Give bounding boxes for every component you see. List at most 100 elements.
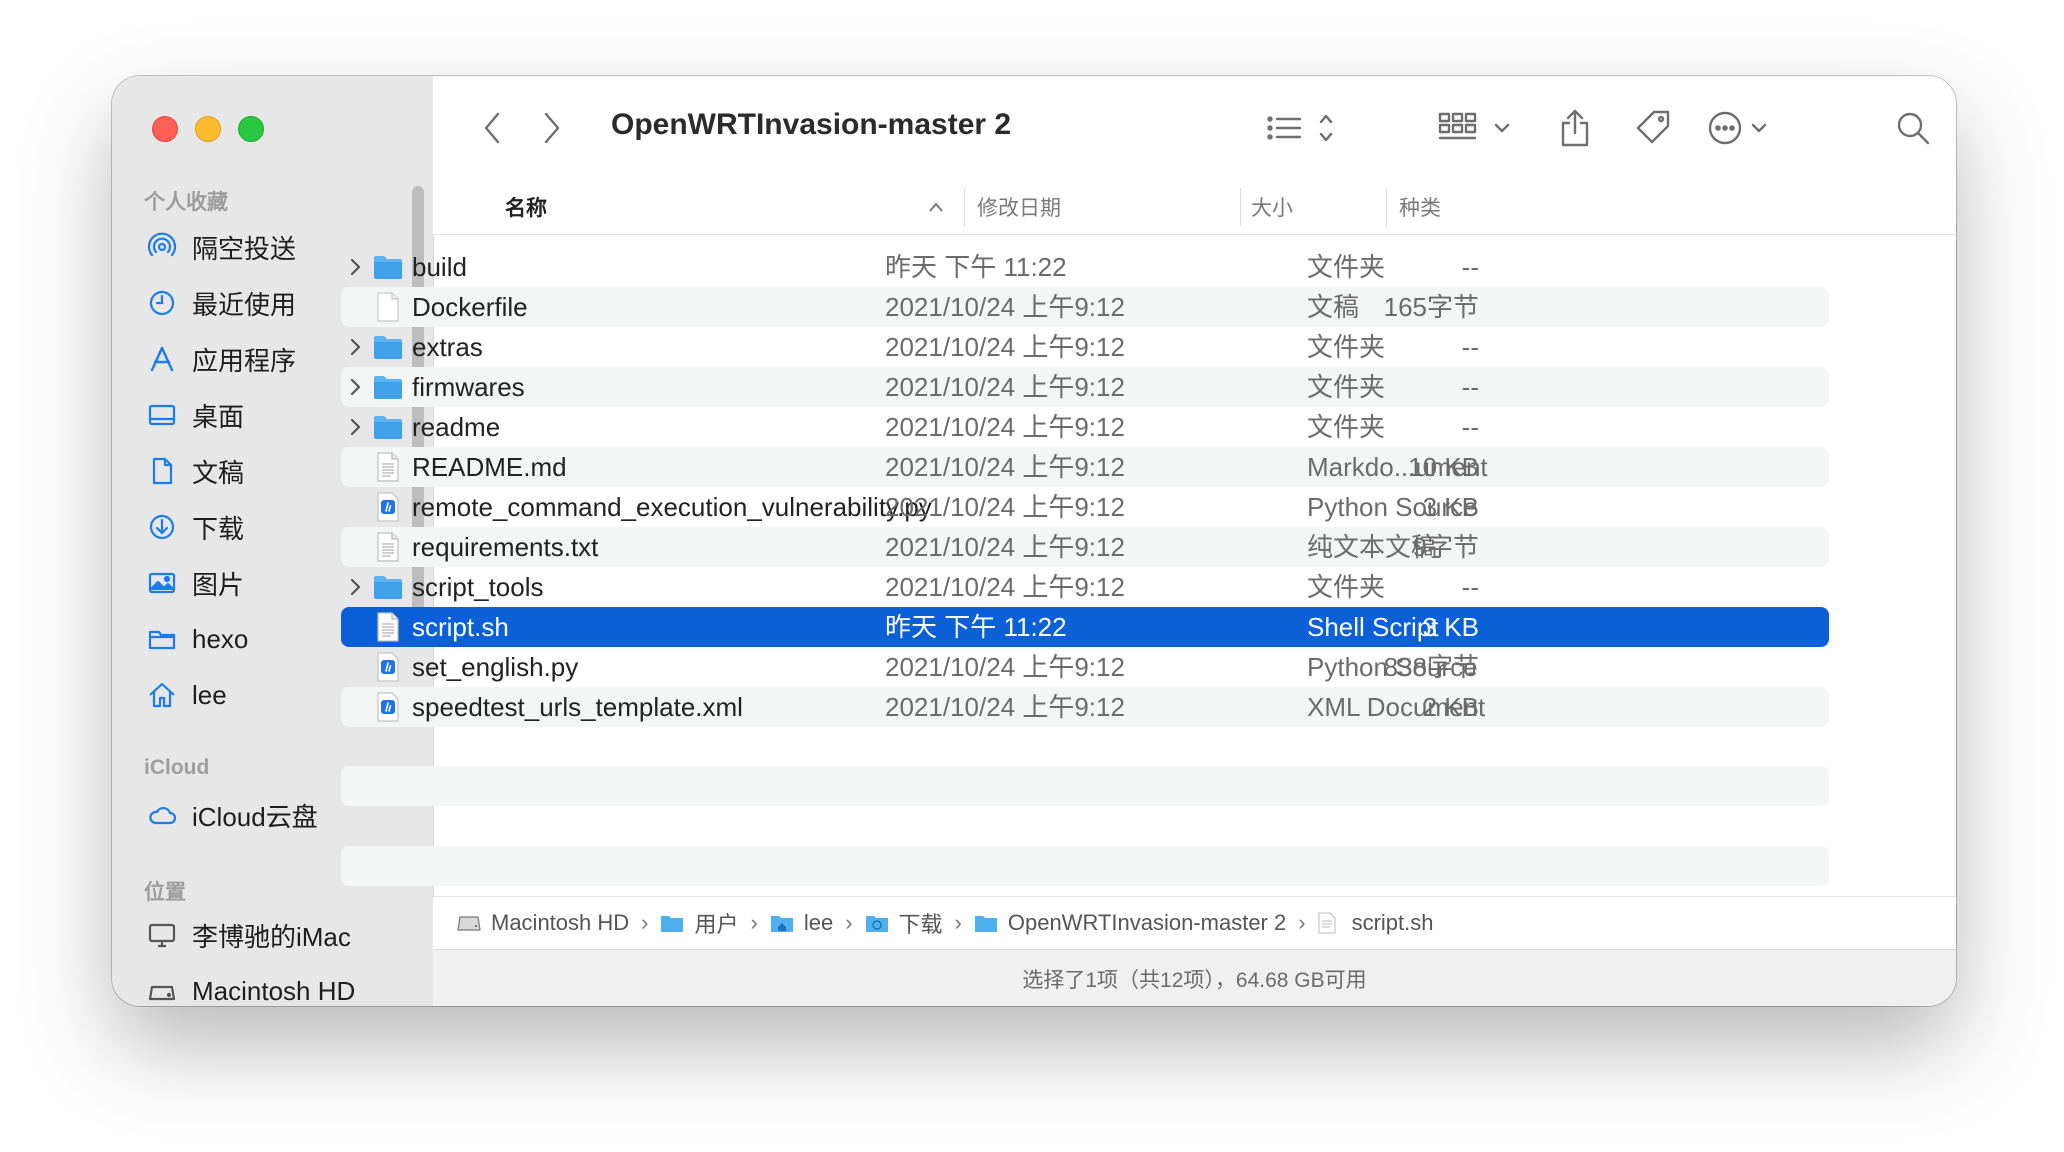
file-date: 2021/10/24 上午9:12 [885, 572, 1125, 602]
file-kind: 文件夹 [1307, 332, 1386, 362]
file-kind: 文件夹 [1307, 412, 1386, 442]
file-date: 2021/10/24 上午9:12 [885, 692, 1125, 722]
file-row[interactable]: Dockerfile 2021/10/24 上午9:12 165字节 文稿 [341, 287, 1829, 327]
window-title: OpenWRTInvasion-master 2 [611, 108, 1012, 141]
file-row[interactable]: speedtest_urls_template.xml 2021/10/24 上午… [341, 687, 1829, 727]
file-kind: Python Source [1307, 492, 1478, 522]
sidebar-item-documents[interactable]: 文稿 [146, 448, 244, 494]
file-date: 2021/10/24 上午9:12 [885, 492, 1125, 522]
path-crumb[interactable]: 用户 › [660, 907, 769, 939]
search-button[interactable] [1891, 106, 1935, 150]
sidebar-item-airdrop[interactable]: 隔空投送 [146, 224, 296, 270]
file-kind: Shell Script [1307, 612, 1439, 642]
sidebar-item-label: 桌面 [192, 401, 245, 432]
chevron-right-icon [544, 112, 560, 144]
column-divider[interactable] [1386, 188, 1387, 226]
file-size: 165字节 [1383, 292, 1479, 322]
sidebar-item-recents[interactable]: 最近使用 [146, 280, 296, 326]
file-kind: Python Source [1307, 652, 1478, 682]
file-row[interactable]: extras 2021/10/24 上午9:12 -- 文件夹 [341, 327, 1829, 367]
disclosure-chevron-icon[interactable] [347, 567, 363, 607]
list-view-button[interactable] [1263, 106, 1343, 150]
airdrop-icon [146, 231, 178, 263]
column-header: 名称 修改日期 大小 种类 [433, 180, 1956, 235]
file-date: 2021/10/24 上午9:12 [885, 372, 1125, 402]
file-row[interactable]: requirements.txt 2021/10/24 上午9:12 9字节 纯文本文… [341, 527, 1829, 567]
sidebar-item-label: 文稿 [192, 457, 245, 488]
code-file-icon [373, 647, 403, 687]
close-button[interactable] [152, 116, 178, 142]
file-list: build 昨天 下午 11:22 -- 文件夹 Dockerfile 2021/10/2… [341, 247, 1829, 727]
file-name: extras [412, 332, 483, 362]
sidebar-item-photos[interactable]: 图片 [146, 560, 244, 606]
file-name: build [412, 252, 467, 282]
disclosure-chevron-icon[interactable] [347, 247, 363, 287]
file-row[interactable]: script_tools 2021/10/24 上午9:12 -- 文件夹 [341, 567, 1829, 607]
file-row[interactable]: firmwares 2021/10/24 上午9:12 -- 文件夹 [341, 367, 1829, 407]
path-separator-icon: › [845, 910, 853, 935]
file-row[interactable]: set_english.py 2021/10/24 上午9:12 838字节 Pyth… [341, 647, 1829, 687]
file-name: script_tools [412, 572, 544, 602]
back-button[interactable] [473, 106, 513, 150]
sidebar-section-locations: 位置 [144, 881, 186, 904]
sidebar-section-icloud: iCloud [144, 756, 210, 779]
column-divider[interactable] [1240, 188, 1241, 226]
forward-button[interactable] [531, 106, 571, 150]
status-text: 选择了1项（共12项），64.68 GB可用 [1022, 968, 1367, 992]
path-bar: Macintosh HD › 用户 › lee › 下载 › OpenWRTInvasion-m… [433, 896, 1956, 949]
empty-row [341, 846, 1829, 886]
column-kind[interactable]: 种类 [1399, 180, 1441, 234]
home-folder-icon [770, 912, 796, 934]
folder-icon [660, 912, 686, 934]
path-crumb[interactable]: OpenWRTInvasion-master 2 › [974, 910, 1318, 936]
clock-icon [146, 287, 178, 319]
file-kind: 文件夹 [1307, 572, 1386, 602]
sidebar-item-icloud-drive[interactable]: iCloud云盘 [146, 792, 318, 838]
sidebar-item-desktop[interactable]: 桌面 [146, 392, 244, 438]
minimize-button[interactable] [195, 116, 221, 142]
column-size[interactable]: 大小 [1251, 180, 1293, 234]
file-name: firmwares [412, 372, 525, 402]
folder-icon [373, 407, 403, 447]
sidebar-item-label: 李博驰的iMac [192, 921, 351, 952]
code-file-icon [373, 487, 403, 527]
disclosure-chevron-icon[interactable] [347, 327, 363, 367]
tag-button[interactable] [1631, 106, 1675, 150]
path-crumb[interactable]: 下载 › [865, 907, 974, 939]
file-size: -- [1461, 332, 1479, 362]
disclosure-chevron-icon[interactable] [347, 407, 363, 447]
path-crumb-label: OpenWRTInvasion-master 2 [1007, 910, 1287, 935]
sidebar-item-downloads[interactable]: 下载 [146, 504, 244, 550]
path-crumb[interactable]: Macintosh HD › [457, 910, 660, 936]
file-row[interactable]: README.md 2021/10/24 上午9:12 10 KB Markdo...… [341, 447, 1829, 487]
file-row[interactable]: build 昨天 下午 11:22 -- 文件夹 [341, 247, 1829, 287]
group-button[interactable] [1437, 106, 1521, 150]
path-separator-icon: › [1298, 910, 1306, 935]
download-folder-icon [865, 912, 891, 934]
column-divider[interactable] [964, 188, 965, 226]
status-bar: 选择了1项（共12项），64.68 GB可用 [433, 949, 1956, 1006]
sidebar-item-applications[interactable]: 应用程序 [146, 336, 296, 382]
grid-view-icon [1438, 112, 1510, 140]
zoom-button[interactable] [238, 116, 264, 142]
file-kind: Markdo...ument [1307, 452, 1488, 482]
text-file-icon [373, 607, 403, 647]
sidebar-item-hexo[interactable]: hexo [146, 616, 248, 662]
disclosure-chevron-icon[interactable] [347, 367, 363, 407]
sidebar-item-lee[interactable]: lee [146, 672, 227, 718]
file-row[interactable]: script.sh 昨天 下午 11:22 3 KB Shell Script [341, 607, 1829, 647]
more-actions-button[interactable] [1705, 106, 1775, 150]
sidebar-item-imac[interactable]: 李博驰的iMac [146, 912, 351, 958]
column-name[interactable]: 名称 [505, 180, 547, 234]
path-crumb[interactable]: lee › [770, 910, 865, 936]
path-crumb[interactable]: script.sh [1318, 910, 1433, 936]
file-row[interactable]: readme 2021/10/24 上午9:12 -- 文件夹 [341, 407, 1829, 447]
file-name: remote_command_execution_vulnerability.p… [412, 492, 932, 522]
file-row[interactable]: remote_command_execution_vulnerability.p… [341, 487, 1829, 527]
column-date[interactable]: 修改日期 [977, 180, 1061, 234]
share-button[interactable] [1553, 106, 1597, 150]
sidebar-item-macintosh-hd[interactable]: Macintosh HD [146, 968, 355, 1006]
